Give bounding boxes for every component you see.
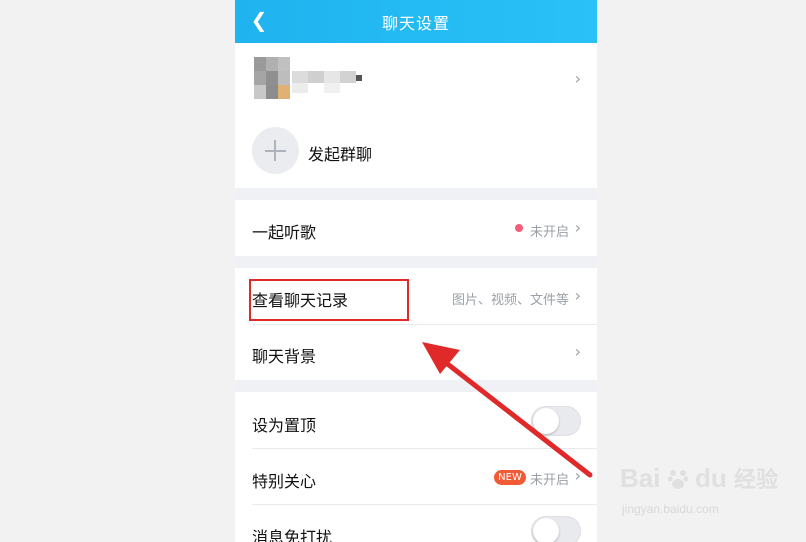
listen-together-row[interactable]: 一起听歌 未开启 › xyxy=(235,200,597,256)
view-chat-history-hint: 图片、视频、文件等 xyxy=(451,293,569,308)
chat-settings-screen: ❮ 聊天设置 › 发起群聊 一起听歌 未开启 › 查看聊天记录 图片、视频、文件… xyxy=(235,0,597,542)
page-title: 聊天设置 xyxy=(381,14,450,33)
toggle-group: 设为置顶 特别关心 NEW 未开启 › 消息免打扰 xyxy=(235,392,597,542)
baidu-jingyan-watermark: Bai du 经验 jingyan.baidu.com xyxy=(620,456,790,526)
plus-icon xyxy=(252,127,299,174)
highlight-box xyxy=(249,279,409,321)
start-group-chat-row[interactable]: 发起群聊 xyxy=(235,127,597,177)
profile-group: › 发起群聊 xyxy=(235,43,597,188)
watermark-brand-tail: du xyxy=(694,463,727,493)
chevron-right-icon: › xyxy=(574,218,581,237)
status-dot-icon xyxy=(515,224,523,232)
listen-together-label: 一起听歌 xyxy=(252,223,317,242)
chevron-right-icon: › xyxy=(574,342,581,361)
chevron-right-icon: › xyxy=(574,286,581,305)
header-bar: ❮ 聊天设置 xyxy=(235,0,597,43)
listen-together-group: 一起听歌 未开启 › xyxy=(235,200,597,256)
chevron-right-icon: › xyxy=(574,466,581,485)
watermark-url: jingyan.baidu.com xyxy=(622,502,719,516)
pin-to-top-label: 设为置顶 xyxy=(252,416,317,435)
special-care-status: 未开启 xyxy=(529,473,569,488)
profile-row[interactable]: › xyxy=(235,43,597,119)
listen-together-status: 未开启 xyxy=(529,225,569,240)
chat-background-row[interactable]: 聊天背景 › xyxy=(235,324,597,380)
special-care-row[interactable]: 特别关心 NEW 未开启 › xyxy=(235,448,597,504)
paw-icon xyxy=(667,466,689,489)
do-not-disturb-label: 消息免打扰 xyxy=(252,528,333,542)
pin-to-top-toggle[interactable] xyxy=(531,406,581,436)
new-badge: NEW xyxy=(494,470,526,485)
chat-background-label: 聊天背景 xyxy=(252,347,317,366)
do-not-disturb-toggle[interactable] xyxy=(531,516,581,542)
watermark-brand: Bai xyxy=(620,463,661,493)
start-group-chat-label: 发起群聊 xyxy=(308,145,373,164)
special-care-label: 特别关心 xyxy=(252,472,317,491)
watermark-site-cn: 经验 xyxy=(733,467,778,492)
pin-to-top-row: 设为置顶 xyxy=(235,392,597,448)
chevron-right-icon: › xyxy=(574,69,581,88)
do-not-disturb-row: 消息免打扰 xyxy=(235,504,597,542)
avatar xyxy=(254,57,362,99)
